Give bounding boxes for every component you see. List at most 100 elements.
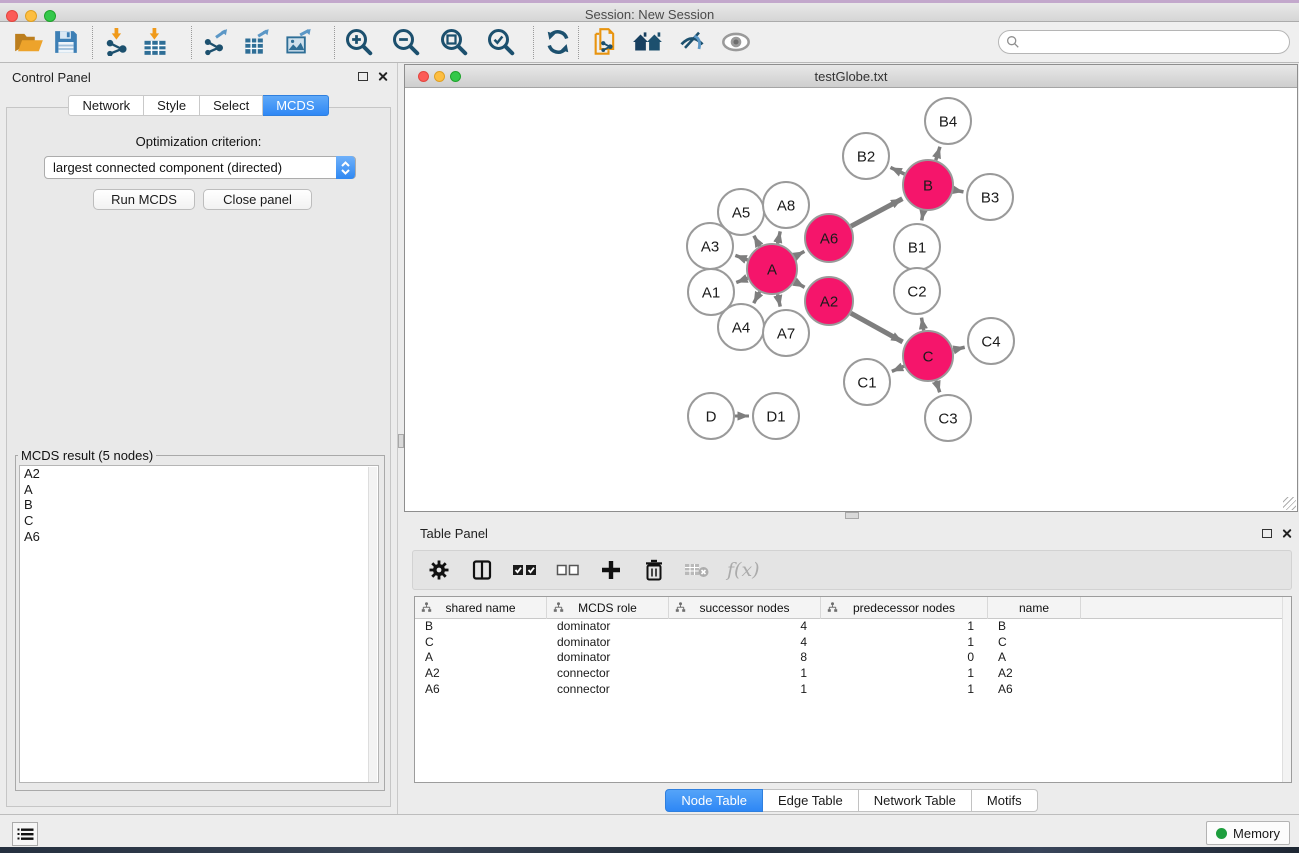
cell-successor-nodes[interactable]: 4 — [669, 619, 821, 635]
tab-motifs[interactable]: Motifs — [972, 789, 1038, 812]
cell-name[interactable]: A6 — [988, 682, 1081, 698]
search-input[interactable] — [1020, 33, 1289, 51]
cell-MCDS-role[interactable]: dominator — [547, 650, 669, 666]
cell-successor-nodes[interactable]: 1 — [669, 666, 821, 682]
network-titlebar[interactable]: testGlobe.txt — [405, 65, 1297, 88]
panel-divider[interactable] — [397, 63, 404, 814]
result-scrollbar[interactable] — [368, 467, 377, 783]
column-header-name[interactable]: name — [988, 597, 1081, 619]
tab-network[interactable]: Network — [68, 95, 144, 116]
edge-B-B2[interactable] — [890, 167, 904, 174]
edge-B-B3[interactable] — [954, 190, 964, 192]
node-C3[interactable]: C3 — [925, 395, 971, 441]
cell-name[interactable]: C — [988, 635, 1081, 651]
cell-name[interactable]: B — [988, 619, 1081, 635]
node-C2[interactable]: C2 — [894, 268, 940, 314]
tab-mcds[interactable]: MCDS — [263, 95, 328, 116]
run-mcds-button[interactable]: Run MCDS — [93, 189, 195, 210]
node-A4[interactable]: A4 — [718, 304, 764, 350]
node-B4[interactable]: B4 — [925, 98, 971, 144]
export-network-icon[interactable] — [199, 25, 233, 59]
node-A6[interactable]: A6 — [805, 214, 853, 262]
network-from-selection-icon[interactable] — [588, 25, 622, 59]
table-row[interactable]: A6connector11A6 — [415, 682, 1291, 698]
result-item[interactable]: B — [20, 497, 378, 513]
first-neighbors-icon[interactable] — [631, 25, 665, 59]
edge-A-A4[interactable] — [754, 292, 760, 303]
cell-name[interactable]: A — [988, 650, 1081, 666]
save-icon[interactable] — [49, 25, 83, 59]
criterion-select[interactable]: largest connected component (directed) — [44, 156, 356, 179]
edge-B-B4[interactable] — [936, 147, 940, 160]
refresh-icon[interactable] — [541, 25, 575, 59]
network-graph[interactable]: AA6A2BCA5A8A3A1A4A7B2B4B3B1C2C4C1C3DD1 — [405, 88, 1297, 511]
table-row[interactable]: Bdominator41B — [415, 619, 1291, 635]
float-table-panel-icon[interactable] — [1262, 529, 1272, 538]
hide-eye-icon[interactable] — [719, 25, 753, 59]
zoom-fit-icon[interactable] — [437, 25, 471, 59]
node-D1[interactable]: D1 — [753, 393, 799, 439]
memory-button[interactable]: Memory — [1206, 821, 1290, 845]
cell-MCDS-role[interactable]: connector — [547, 666, 669, 682]
cell-shared-name[interactable]: C — [415, 635, 547, 651]
tab-style[interactable]: Style — [144, 95, 200, 116]
cell-shared-name[interactable]: A2 — [415, 666, 547, 682]
column-header-successor-nodes[interactable]: successor nodes — [669, 597, 821, 619]
edge-C-C2[interactable] — [922, 318, 924, 331]
zoom-selected-icon[interactable] — [484, 25, 518, 59]
cell-shared-name[interactable]: A — [415, 650, 547, 666]
edge-C-C3[interactable] — [936, 381, 940, 393]
node-C1[interactable]: C1 — [844, 359, 890, 405]
task-history-button[interactable] — [12, 822, 38, 846]
node-B[interactable]: B — [903, 160, 953, 210]
result-item[interactable]: C — [20, 513, 378, 529]
tab-select[interactable]: Select — [200, 95, 263, 116]
network-canvas[interactable]: AA6A2BCA5A8A3A1A4A7B2B4B3B1C2C4C1C3DD1 — [405, 88, 1297, 511]
node-A2[interactable]: A2 — [805, 277, 853, 325]
edge-C-C4[interactable] — [953, 347, 964, 350]
cell-name[interactable]: A2 — [988, 666, 1081, 682]
close-panel-button[interactable]: Close panel — [203, 189, 312, 210]
column-header-MCDS-role[interactable]: MCDS role — [547, 597, 669, 619]
edge-A-A7[interactable] — [778, 294, 781, 306]
result-item[interactable]: A — [20, 482, 378, 498]
select-all-icon[interactable] — [512, 557, 538, 583]
cell-shared-name[interactable]: B — [415, 619, 547, 635]
table-row[interactable]: A2connector11A2 — [415, 666, 1291, 682]
table-row[interactable]: Adominator80A — [415, 650, 1291, 666]
cell-shared-name[interactable]: A6 — [415, 682, 547, 698]
cell-successor-nodes[interactable]: 1 — [669, 682, 821, 698]
cell-predecessor-nodes[interactable]: 1 — [821, 619, 988, 635]
mcds-result-list[interactable]: A2ABCA6 — [19, 465, 379, 783]
table-settings-gear-icon[interactable] — [426, 557, 452, 583]
column-header-shared-name[interactable]: shared name — [415, 597, 547, 619]
float-panel-icon[interactable] — [358, 72, 368, 81]
table-scrollbar[interactable] — [1282, 597, 1291, 782]
edge-A-A2[interactable] — [795, 282, 805, 288]
result-item[interactable]: A6 — [20, 529, 378, 545]
function-builder-icon[interactable]: f(x) — [727, 559, 760, 581]
edge-A-A8[interactable] — [778, 231, 781, 243]
cell-MCDS-role[interactable]: dominator — [547, 635, 669, 651]
zoom-out-icon[interactable] — [389, 25, 423, 59]
delete-row-icon[interactable] — [641, 557, 667, 583]
manage-columns-icon[interactable] — [469, 557, 495, 583]
node-A3[interactable]: A3 — [687, 223, 733, 269]
resize-handle-icon[interactable] — [1283, 497, 1296, 510]
edge-B-B1[interactable] — [922, 211, 924, 221]
column-header-predecessor-nodes[interactable]: predecessor nodes — [821, 597, 988, 619]
edge-C-C1[interactable] — [892, 366, 904, 371]
cell-predecessor-nodes[interactable]: 1 — [821, 682, 988, 698]
edge-A-A3[interactable] — [735, 255, 747, 260]
node-C[interactable]: C — [903, 331, 953, 381]
cell-successor-nodes[interactable]: 4 — [669, 635, 821, 651]
node-table[interactable]: shared nameMCDS rolesuccessor nodesprede… — [414, 596, 1292, 783]
node-B1[interactable]: B1 — [894, 224, 940, 270]
table-row[interactable]: Cdominator41C — [415, 635, 1291, 651]
edge-A6-B[interactable] — [851, 199, 902, 227]
open-file-icon[interactable] — [12, 25, 46, 59]
delete-table-icon[interactable] — [684, 557, 710, 583]
cell-predecessor-nodes[interactable]: 0 — [821, 650, 988, 666]
node-A8[interactable]: A8 — [763, 182, 809, 228]
cell-MCDS-role[interactable]: connector — [547, 682, 669, 698]
